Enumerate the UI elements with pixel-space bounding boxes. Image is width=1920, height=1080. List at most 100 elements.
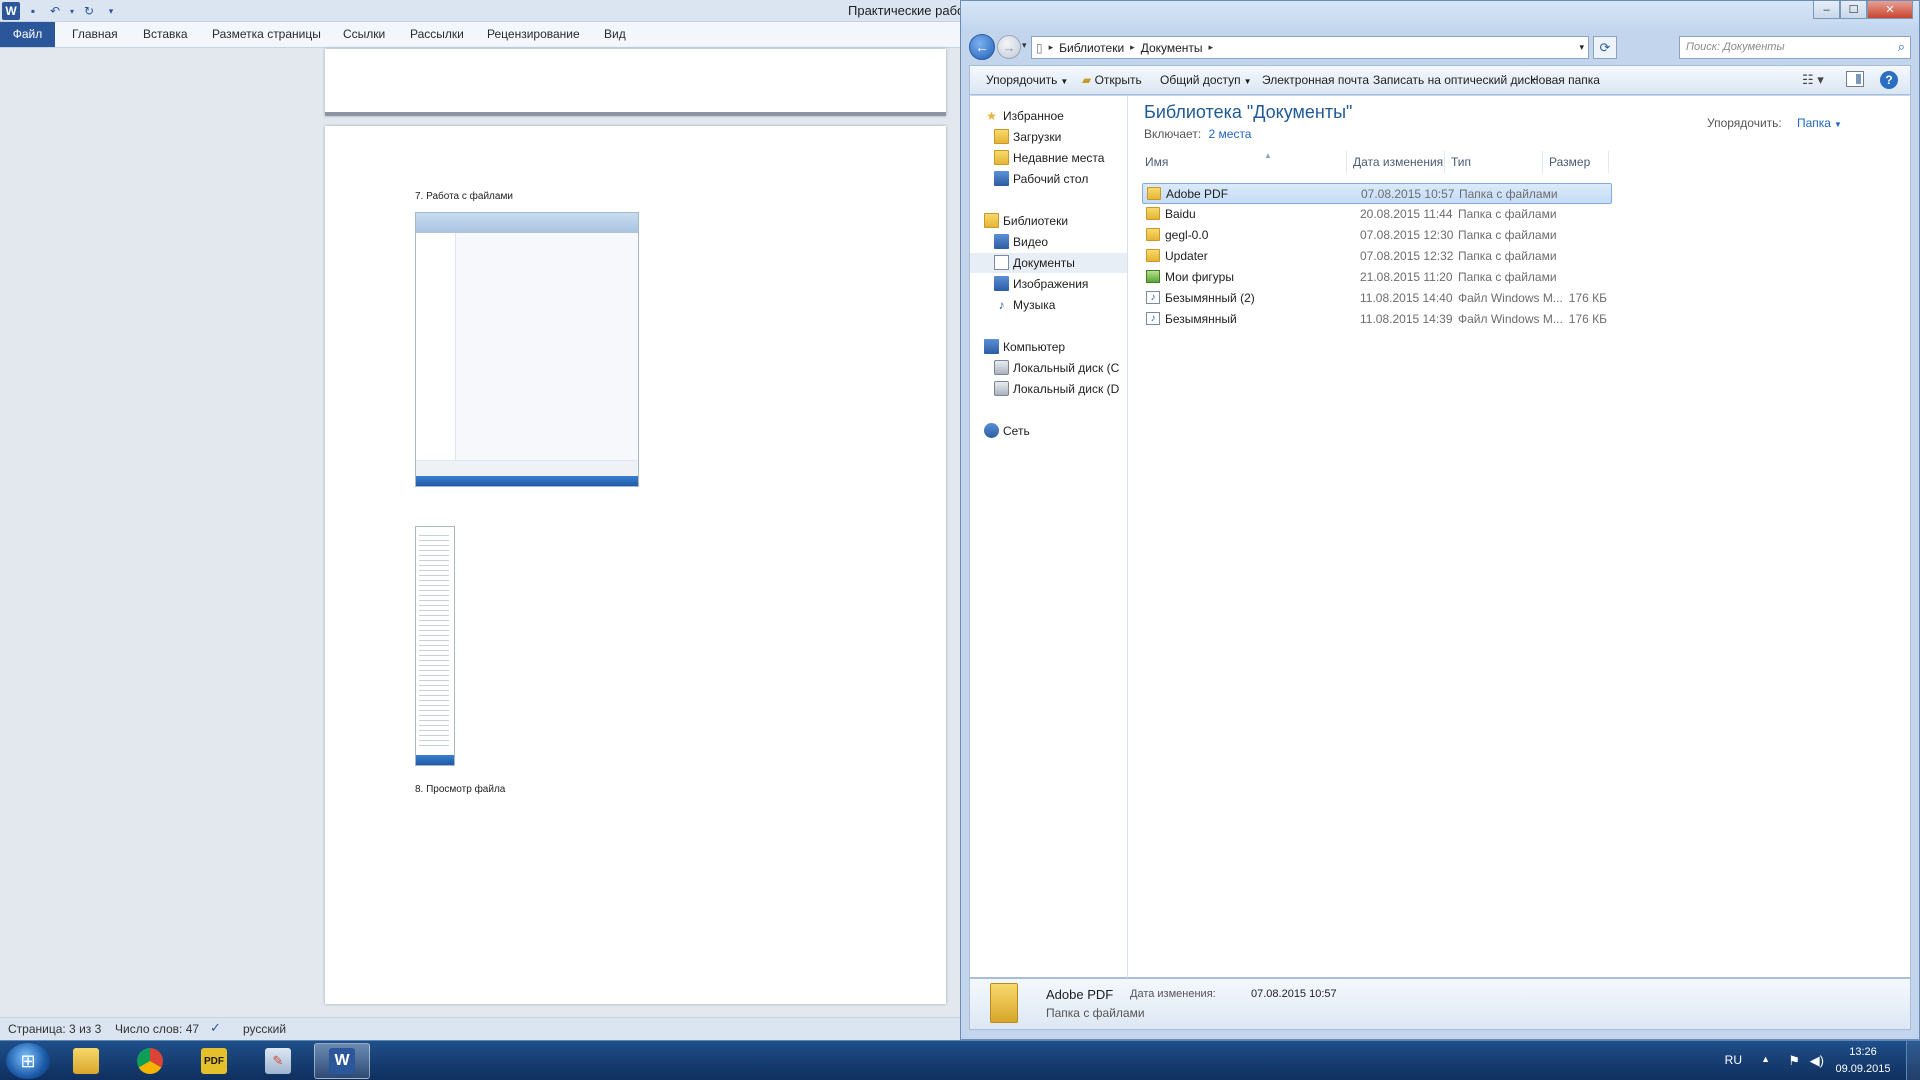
library-locations-link[interactable]: 2 места (1209, 127, 1252, 141)
burn-disc-button[interactable]: Записать на оптический диск (1373, 73, 1536, 87)
sidebar-item-recent[interactable]: Недавние места (970, 148, 1127, 168)
sidebar-item-downloads[interactable]: Загрузки (970, 127, 1127, 147)
window-title: Практические рабо (848, 3, 965, 18)
address-bar[interactable]: ▯ ▸ Библиотеки ▸ Документы ▸ ▾ (1031, 36, 1589, 59)
sidebar-item-desktop[interactable]: Рабочий стол (970, 169, 1127, 189)
taskbar-word[interactable]: W (314, 1043, 370, 1079)
details-type: Папка с файлами (1046, 1006, 1145, 1020)
share-button[interactable]: Общий доступ ▼ (1160, 73, 1252, 87)
column-header-type[interactable]: Тип (1445, 151, 1543, 173)
action-center-icon[interactable]: ⚑ (1788, 1053, 1800, 1069)
desktop-icon (994, 171, 1009, 186)
document-page[interactable]: 7. Работа с файлами 8. Просмотр файла (325, 126, 946, 1004)
tab-mailings[interactable]: Рассылки (400, 22, 474, 47)
column-header-date[interactable]: Дата изменения (1347, 151, 1445, 173)
organize-button[interactable]: Упорядочить ▼ (986, 73, 1068, 87)
taskbar-paint[interactable]: ✎ (250, 1043, 306, 1079)
preview-pane-icon[interactable] (1846, 71, 1864, 87)
embedded-screenshot-explorer[interactable] (415, 212, 639, 487)
tab-page-layout[interactable]: Разметка страницы (202, 22, 331, 47)
status-page-count[interactable]: Страница: 3 из 3 (8, 1022, 101, 1036)
language-indicator[interactable]: RU (1725, 1053, 1742, 1067)
folder-icon: ▯ (1036, 40, 1043, 55)
sidebar-item-video[interactable]: Видео (970, 232, 1127, 252)
command-bar: Упорядочить ▼ ▰ Открыть Общий доступ ▼ Эле… (969, 65, 1911, 95)
embedded-screenshot-tree[interactable] (415, 526, 455, 766)
customize-qat-icon[interactable]: ▾ (102, 2, 120, 20)
sidebar-item-music[interactable]: ♪ Музыка (970, 295, 1127, 315)
sidebar-item-favorites[interactable]: ★ Избранное (970, 106, 1127, 126)
search-input[interactable]: Поиск: Документы ⌕ (1679, 36, 1911, 59)
taskbar-pdf[interactable]: PDF (186, 1043, 242, 1079)
new-folder-button[interactable]: Новая папка (1530, 73, 1600, 87)
column-header-name[interactable]: Имя ▲ (1139, 151, 1347, 173)
navigation-pane: ★ Избранное Загрузки Недавние места Рабо… (970, 96, 1128, 978)
explorer-titlebar[interactable]: ‒ ☐ ✕ (961, 1, 1919, 29)
explorer-window: ‒ ☐ ✕ ← → ▾ ▯ ▸ Библиотеки ▸ Документы ▸… (960, 0, 1920, 1040)
redo-icon[interactable]: ↻ (80, 2, 98, 20)
breadcrumb-documents[interactable]: Документы (1141, 41, 1203, 55)
chevron-right-icon[interactable]: ▸ (1130, 42, 1135, 53)
file-row[interactable]: Adobe PDF 07.08.2015 10:57 Папка с файла… (1142, 183, 1612, 204)
sidebar-item-disk-c[interactable]: Локальный диск (C (970, 358, 1127, 378)
tab-file[interactable]: Файл (0, 22, 55, 47)
tab-view[interactable]: Вид (594, 22, 636, 47)
sidebar-item-computer[interactable]: Компьютер (970, 337, 1127, 357)
taskbar-chrome[interactable] (122, 1043, 178, 1079)
sidebar-item-images[interactable]: Изображения (970, 274, 1127, 294)
tab-references[interactable]: Ссылки (333, 22, 395, 47)
clock-time[interactable]: 13:26 (1828, 1046, 1898, 1058)
search-icon[interactable]: ⌕ (1898, 39, 1905, 55)
undo-icon[interactable]: ↶ (46, 2, 64, 20)
explorer-icon (73, 1048, 99, 1074)
show-hidden-icons-icon[interactable]: ▲ (1761, 1054, 1770, 1064)
minimize-button[interactable]: ‒ (1813, 1, 1840, 19)
help-icon[interactable]: ? (1880, 71, 1898, 89)
sidebar-item-disk-d[interactable]: Локальный диск (D (970, 379, 1127, 399)
status-language[interactable]: русский (243, 1022, 286, 1036)
file-row[interactable]: gegl-0.0 07.08.2015 12:30 Папка с файлам… (1142, 225, 1612, 246)
refresh-button[interactable]: ⟳ (1593, 36, 1617, 59)
chrome-icon (137, 1048, 163, 1074)
undo-dropdown-icon[interactable]: ▾ (68, 2, 76, 20)
close-button[interactable]: ✕ (1867, 1, 1913, 19)
volume-icon[interactable]: ◀) (1810, 1053, 1824, 1069)
tab-home[interactable]: Главная (62, 22, 128, 47)
chevron-right-icon[interactable]: ▸ (1209, 42, 1214, 53)
back-button[interactable]: ← (969, 34, 995, 60)
arrange-by-dropdown[interactable]: Папка ▼ (1797, 116, 1842, 130)
file-row[interactable]: Updater 07.08.2015 12:32 Папка с файлами (1142, 246, 1612, 267)
sidebar-item-network[interactable]: Сеть (970, 421, 1127, 441)
email-button[interactable]: Электронная почта (1262, 73, 1369, 87)
change-view-icon[interactable]: ☷ ▾ (1802, 72, 1824, 88)
file-row[interactable]: Baidu 20.08.2015 11:44 Папка с файлами (1142, 204, 1612, 225)
file-row[interactable]: ♪ Безымянный 11.08.2015 14:39 Файл Windo… (1142, 309, 1612, 330)
save-icon[interactable]: ▪ (24, 2, 42, 20)
open-button[interactable]: ▰ Открыть (1082, 73, 1142, 87)
breadcrumb-libraries[interactable]: Библиотеки (1059, 41, 1124, 55)
document-page-previous[interactable] (325, 49, 946, 116)
forward-button[interactable]: → (997, 35, 1021, 59)
taskbar-explorer[interactable] (58, 1043, 114, 1079)
sidebar-item-libraries[interactable]: Библиотеки (970, 211, 1127, 231)
file-row[interactable]: ♪ Безымянный (2) 11.08.2015 14:40 Файл W… (1142, 288, 1612, 309)
proofing-check-icon[interactable]: ✓ (210, 1020, 226, 1036)
clock-date[interactable]: 09.09.2015 (1828, 1063, 1898, 1075)
network-icon (984, 423, 999, 438)
tab-review[interactable]: Рецензирование (477, 22, 590, 47)
start-button[interactable]: ⊞ (6, 1043, 50, 1079)
file-row[interactable]: Мои фигуры 21.08.2015 11:20 Папка с файл… (1142, 267, 1612, 288)
address-dropdown-icon[interactable]: ▾ (1579, 42, 1584, 53)
local-disk-icon (994, 360, 1009, 375)
tab-insert[interactable]: Вставка (133, 22, 198, 47)
show-desktop-button[interactable] (1906, 1041, 1920, 1080)
sidebar-item-documents[interactable]: Документы (970, 253, 1127, 273)
word-logo-icon[interactable]: W (2, 2, 20, 20)
column-header-size[interactable]: Размер (1543, 151, 1609, 173)
chevron-right-icon[interactable]: ▸ (1049, 42, 1054, 53)
maximize-button[interactable]: ☐ (1840, 1, 1867, 19)
recent-pages-dropdown-icon[interactable]: ▾ (1022, 40, 1027, 51)
sort-ascending-icon: ▲ (1264, 151, 1272, 160)
status-word-count[interactable]: Число слов: 47 (115, 1022, 199, 1036)
document-area[interactable]: 7. Работа с файлами 8. Просмотр файла (0, 49, 960, 1009)
